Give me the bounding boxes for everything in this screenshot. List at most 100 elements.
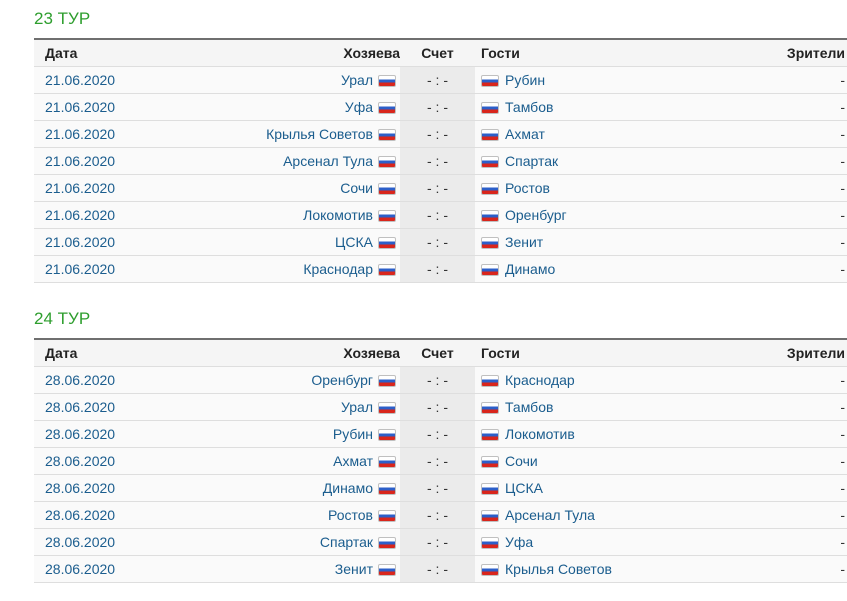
- home-team-cell: Локомотив: [117, 201, 400, 229]
- spectators-cell: -: [741, 147, 847, 175]
- away-team-link[interactable]: Спартак: [505, 153, 558, 169]
- away-team-link[interactable]: Тамбов: [505, 399, 553, 415]
- match-date-link[interactable]: 28.06.2020: [45, 426, 115, 442]
- score-cell: - : -: [400, 255, 475, 283]
- away-team-link[interactable]: Уфа: [505, 534, 533, 550]
- match-date-link[interactable]: 28.06.2020: [45, 534, 115, 550]
- away-team-link[interactable]: Ростов: [505, 180, 550, 196]
- spectators-cell: -: [741, 555, 847, 583]
- away-team-cell: Сочи: [475, 447, 741, 475]
- match-date-link[interactable]: 28.06.2020: [45, 372, 115, 388]
- match-row: 21.06.2020 Урал - : - Рубин -: [34, 66, 847, 94]
- russia-flag-icon: [481, 264, 499, 276]
- spectators-cell: -: [741, 447, 847, 475]
- spectators-cell: -: [741, 93, 847, 121]
- match-date-cell: 21.06.2020: [34, 255, 117, 283]
- home-team-link[interactable]: Спартак: [320, 534, 373, 550]
- match-date-link[interactable]: 21.06.2020: [45, 207, 115, 223]
- home-team-link[interactable]: Ростов: [328, 507, 373, 523]
- match-score: - : -: [427, 99, 448, 115]
- russia-flag-icon: [378, 537, 396, 549]
- match-row: 28.06.2020 Урал - : - Тамбов -: [34, 393, 847, 421]
- home-team-link[interactable]: Краснодар: [303, 261, 373, 277]
- spectators-cell: -: [741, 66, 847, 94]
- away-team-link[interactable]: Сочи: [505, 453, 538, 469]
- home-team-link[interactable]: Рубин: [333, 426, 373, 442]
- match-date-cell: 21.06.2020: [34, 93, 117, 121]
- matches-body: 28.06.2020 Оренбург - : - Краснодар - 28.06.2…: [34, 366, 847, 583]
- match-date-link[interactable]: 21.06.2020: [45, 126, 115, 142]
- away-team-link[interactable]: Крылья Советов: [505, 561, 612, 577]
- away-team-link[interactable]: Арсенал Тула: [505, 507, 595, 523]
- spectators-value: -: [840, 561, 845, 577]
- spectators-cell: -: [741, 420, 847, 448]
- spectators-value: -: [840, 153, 845, 169]
- match-date-cell: 21.06.2020: [34, 147, 117, 175]
- column-header-away: Гости: [475, 39, 741, 67]
- away-team-link[interactable]: ЦСКА: [505, 480, 543, 496]
- round-title: 23 ТУР: [34, 9, 91, 28]
- russia-flag-icon: [378, 75, 396, 87]
- match-score: - : -: [427, 534, 448, 550]
- away-team-link[interactable]: Оренбург: [505, 207, 567, 223]
- away-team-cell: Ахмат: [475, 120, 741, 148]
- match-date-link[interactable]: 21.06.2020: [45, 72, 115, 88]
- away-team-link[interactable]: Тамбов: [505, 99, 553, 115]
- home-team-link[interactable]: Урал: [341, 72, 373, 88]
- score-cell: - : -: [400, 174, 475, 202]
- table-header-row: Дата Хозяева Счет Гости Зрители: [34, 39, 847, 67]
- away-team-link[interactable]: Ахмат: [505, 126, 545, 142]
- away-team-link[interactable]: Локомотив: [505, 426, 575, 442]
- match-score: - : -: [427, 453, 448, 469]
- match-date-link[interactable]: 21.06.2020: [45, 261, 115, 277]
- russia-flag-icon: [481, 102, 499, 114]
- spectators-value: -: [840, 426, 845, 442]
- match-date-link[interactable]: 28.06.2020: [45, 561, 115, 577]
- home-team-link[interactable]: Оренбург: [311, 372, 373, 388]
- home-team-link[interactable]: Зенит: [335, 561, 373, 577]
- home-team-link[interactable]: Сочи: [340, 180, 373, 196]
- match-date-link[interactable]: 28.06.2020: [45, 399, 115, 415]
- match-date-link[interactable]: 21.06.2020: [45, 180, 115, 196]
- spectators-cell: -: [741, 528, 847, 556]
- away-team-link[interactable]: Краснодар: [505, 372, 575, 388]
- match-date-cell: 28.06.2020: [34, 366, 117, 394]
- home-team-link[interactable]: ЦСКА: [335, 234, 373, 250]
- home-team-link[interactable]: Ахмат: [333, 453, 373, 469]
- match-row: 21.06.2020 Уфа - : - Тамбов -: [34, 93, 847, 121]
- match-date-cell: 21.06.2020: [34, 201, 117, 229]
- match-date-cell: 28.06.2020: [34, 555, 117, 583]
- home-team-link[interactable]: Урал: [341, 399, 373, 415]
- spectators-value: -: [840, 453, 845, 469]
- match-date-link[interactable]: 28.06.2020: [45, 453, 115, 469]
- match-date-link[interactable]: 21.06.2020: [45, 234, 115, 250]
- home-team-cell: Рубин: [117, 420, 400, 448]
- home-team-link[interactable]: Локомотив: [303, 207, 373, 223]
- score-cell: - : -: [400, 366, 475, 394]
- home-team-cell: Уфа: [117, 93, 400, 121]
- match-date-link[interactable]: 28.06.2020: [45, 507, 115, 523]
- away-team-link[interactable]: Рубин: [505, 72, 545, 88]
- home-team-cell: Ахмат: [117, 447, 400, 475]
- match-date-cell: 28.06.2020: [34, 474, 117, 502]
- spectators-value: -: [840, 99, 845, 115]
- match-score: - : -: [427, 372, 448, 388]
- match-date-cell: 21.06.2020: [34, 228, 117, 256]
- spectators-value: -: [840, 372, 845, 388]
- away-team-cell: Крылья Советов: [475, 555, 741, 583]
- home-team-link[interactable]: Крылья Советов: [266, 126, 373, 142]
- home-team-link[interactable]: Уфа: [345, 99, 373, 115]
- russia-flag-icon: [378, 483, 396, 495]
- home-team-link[interactable]: Динамо: [323, 480, 373, 496]
- home-team-cell: Оренбург: [117, 366, 400, 394]
- match-row: 21.06.2020 Краснодар - : - Динамо -: [34, 255, 847, 283]
- away-team-link[interactable]: Зенит: [505, 234, 543, 250]
- column-header-home: Хозяева: [117, 339, 400, 367]
- match-date-link[interactable]: 21.06.2020: [45, 99, 115, 115]
- home-team-link[interactable]: Арсенал Тула: [283, 153, 373, 169]
- match-date-link[interactable]: 21.06.2020: [45, 153, 115, 169]
- match-date-link[interactable]: 28.06.2020: [45, 480, 115, 496]
- away-team-link[interactable]: Динамо: [505, 261, 555, 277]
- match-score: - : -: [427, 507, 448, 523]
- away-team-cell: Тамбов: [475, 93, 741, 121]
